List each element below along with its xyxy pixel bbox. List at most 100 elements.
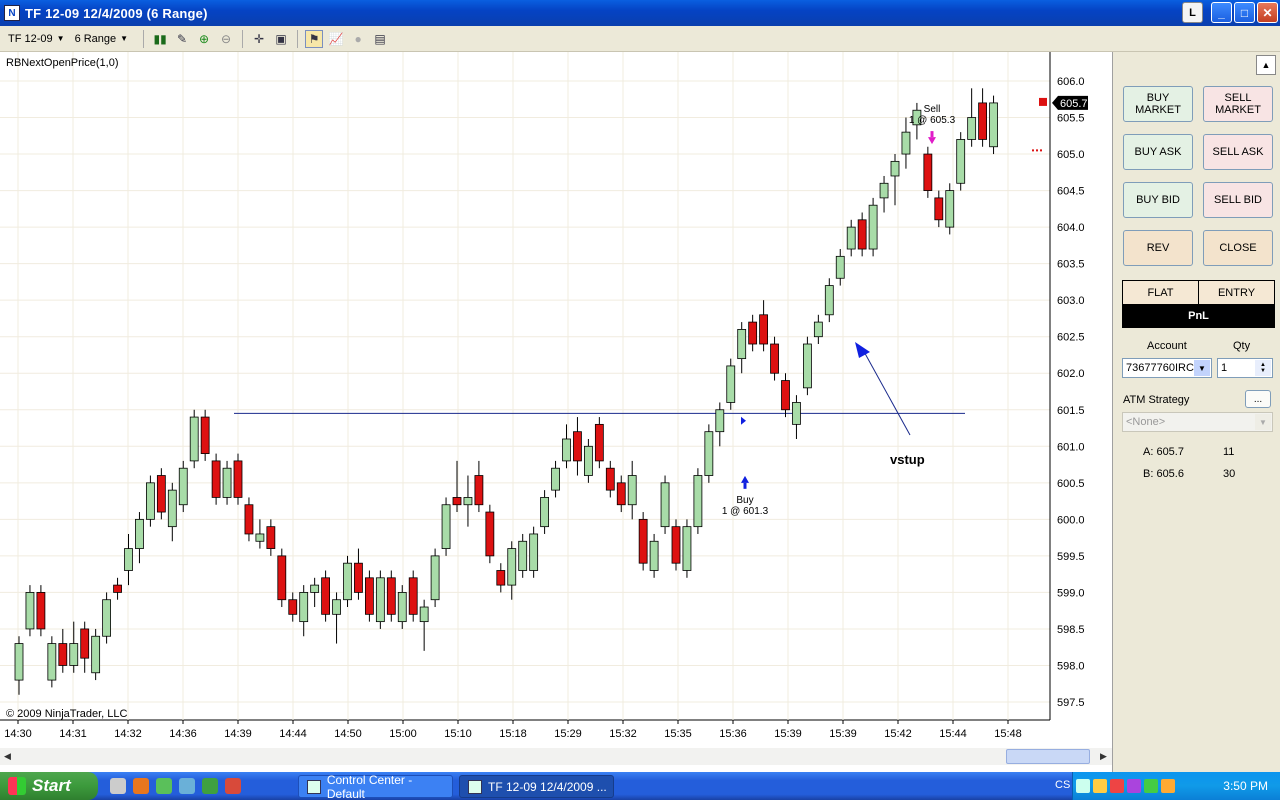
start-button[interactable]: Start <box>0 772 98 800</box>
tools-icon[interactable] <box>179 778 195 794</box>
candle-body <box>178 467 188 506</box>
y-tick-label: 598.0 <box>1057 660 1085 672</box>
atm-strategy-button[interactable]: ... <box>1245 390 1271 408</box>
candle-body <box>573 431 582 462</box>
horizontal-scrollbar[interactable]: ◀ ▶ <box>0 748 1112 765</box>
candle-body <box>748 321 758 345</box>
chart-style-icon[interactable]: ▮▮ <box>151 30 169 48</box>
maximize-icon[interactable]: □ <box>1234 2 1255 23</box>
task-label: TF 12-09 12/4/2009 ... <box>488 779 607 794</box>
chart-toolbar: TF 12-09 ▼ 6 Range ▼ ▮▮ ✎ ⊕ ⊖ ✛ ▣ ⚑ 📈 ● … <box>0 26 1280 52</box>
task-chart-window[interactable]: TF 12-09 12/4/2009 ... <box>459 775 614 798</box>
x-tick-label: 14:50 <box>334 728 362 740</box>
chevron-down-icon[interactable]: ▼ <box>1194 360 1210 376</box>
toolbar-divider <box>242 29 244 48</box>
candle-body <box>824 285 834 316</box>
period-dropdown[interactable]: 6 Range ▼ <box>75 33 129 45</box>
clock[interactable]: 3:50 PM <box>1223 779 1268 793</box>
x-tick-label: 15:36 <box>719 728 747 740</box>
app-icon-green[interactable] <box>156 778 172 794</box>
sell-market-button[interactable]: SELL MARKET <box>1203 86 1273 122</box>
candle-body <box>978 102 987 140</box>
instrument-dropdown[interactable]: TF 12-09 ▼ <box>8 33 65 45</box>
sell-ask-button[interactable]: SELL ASK <box>1203 134 1273 170</box>
tray-volume-icon[interactable] <box>1093 779 1107 793</box>
ninjatrader-icon <box>307 779 321 794</box>
minimize-icon[interactable]: _ <box>1211 2 1232 23</box>
spinner-icon[interactable]: ▲ ▼ <box>1255 360 1271 376</box>
candlestick-chart[interactable]: 606.0 605.5 605.0 604.5 604.0 603.5 603.0 602.5… <box>0 52 1112 748</box>
link-button[interactable]: L <box>1182 2 1203 23</box>
candle-body <box>813 321 823 338</box>
buy-bid-button[interactable]: BUY BID <box>1123 182 1193 218</box>
candle-body <box>562 438 571 462</box>
tray-shield-icon[interactable] <box>1110 779 1124 793</box>
x-tick-label: 15:44 <box>939 728 967 740</box>
buy-market-button[interactable]: BUY MARKET <box>1123 86 1193 122</box>
candle-body <box>69 643 79 666</box>
buy-ask-button[interactable]: BUY ASK <box>1123 134 1193 170</box>
x-tick-label: 15:00 <box>389 728 417 740</box>
window-titlebar[interactable]: N TF 12-09 12/4/2009 (6 Range) L _ □ ✕ <box>0 0 1280 26</box>
task-control-center[interactable]: Control Center - Default <box>298 773 453 801</box>
candle-body <box>616 482 626 506</box>
account-value: 73677760IRC <box>1126 362 1194 374</box>
candle-body <box>167 489 177 528</box>
candle-body <box>25 592 35 630</box>
chrome-icon[interactable] <box>225 778 241 794</box>
copyright-text: © 2009 NinjaTrader, LLC <box>6 708 128 720</box>
strategy-icon[interactable]: ⚑ <box>305 29 324 48</box>
quantity-stepper[interactable]: 1 ▲ ▼ <box>1217 358 1273 378</box>
chevron-down-icon: ▼ <box>120 34 129 43</box>
account-select[interactable]: 73677760IRC ▼ <box>1122 358 1212 378</box>
tray-sync-icon[interactable] <box>1144 779 1158 793</box>
windows-logo-icon <box>8 777 26 795</box>
scroll-thumb[interactable] <box>1006 749 1090 764</box>
buy-marker-title: Buy <box>736 495 753 506</box>
tray-update-icon[interactable] <box>1161 779 1175 793</box>
candle-body <box>14 643 24 681</box>
candle-body <box>627 475 637 506</box>
atm-strategy-select: <None> ▼ <box>1122 412 1273 432</box>
drawing-tool-icon[interactable]: ✎ <box>173 30 191 48</box>
candle-body <box>211 460 221 498</box>
candle-body <box>47 643 57 681</box>
crosshair-icon[interactable]: ✛ <box>250 30 268 48</box>
tray-app-icon[interactable] <box>1127 779 1141 793</box>
firefox-icon[interactable] <box>133 778 149 794</box>
scroll-left-icon[interactable]: ◀ <box>0 749 15 764</box>
candle-body <box>441 504 451 549</box>
scroll-right-icon[interactable]: ▶ <box>1096 749 1111 764</box>
zoom-out-icon[interactable]: ⊖ <box>217 30 235 48</box>
candle-body <box>540 497 549 528</box>
data-box-icon[interactable]: ▤ <box>371 30 389 48</box>
candle-body <box>135 518 144 549</box>
sell-marker-title: Sell <box>924 104 941 115</box>
buy-arrow-icon <box>741 475 749 483</box>
sell-bid-button[interactable]: SELL BID <box>1203 182 1273 218</box>
last-bar-marker <box>1039 97 1047 106</box>
candle-body <box>364 577 374 615</box>
collapse-panel-icon[interactable]: ▲ <box>1256 55 1276 75</box>
candle-body <box>474 475 484 506</box>
candle-body <box>551 467 560 491</box>
sell-marker-detail: 1 @ 605.3 <box>909 115 956 126</box>
y-tick-label: 605.5 <box>1057 113 1085 125</box>
order-entry-panel: ▲ BUY MARKET SELL MARKET BUY ASK SELL AS… <box>1112 52 1280 772</box>
excel-icon[interactable] <box>202 778 218 794</box>
candle-body <box>156 475 166 513</box>
price-chart[interactable]: 606.0 605.5 605.0 604.5 604.0 603.5 603.0 602.5… <box>0 52 1112 772</box>
candle-body <box>956 139 966 184</box>
close-position-button[interactable]: CLOSE <box>1203 230 1273 266</box>
indicators-icon[interactable]: 📈 <box>327 30 345 48</box>
tray-network-icon[interactable] <box>1076 779 1090 793</box>
y-tick-label: 597.5 <box>1057 697 1085 709</box>
y-tick-label: 604.0 <box>1057 222 1085 234</box>
close-icon[interactable]: ✕ <box>1257 2 1278 23</box>
settings-icon[interactable] <box>110 778 126 794</box>
language-indicator[interactable]: CS <box>1055 779 1070 791</box>
indicator-label[interactable]: RBNextOpenPrice(1,0) <box>6 57 119 69</box>
zoom-in-icon[interactable]: ⊕ <box>195 30 213 48</box>
properties-icon[interactable]: ▣ <box>272 30 290 48</box>
reverse-button[interactable]: REV <box>1123 230 1193 266</box>
